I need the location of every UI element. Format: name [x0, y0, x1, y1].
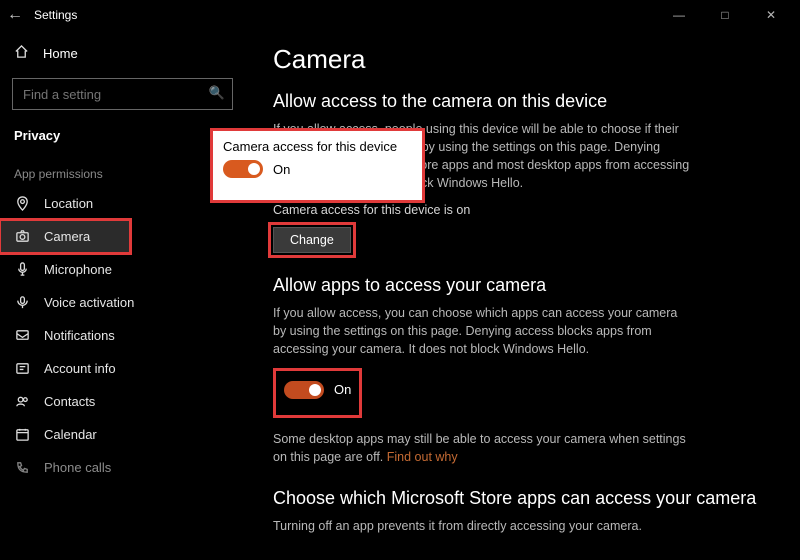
desktop-note: Some desktop apps may still be able to a… — [273, 430, 693, 466]
sidebar-item-label: Camera — [44, 229, 90, 244]
section-body: Turning off an app prevents it from dire… — [273, 517, 693, 535]
microphone-icon — [14, 262, 30, 277]
search-input[interactable] — [12, 78, 233, 110]
section-choose-apps: Choose which Microsoft Store apps can ac… — [273, 488, 772, 535]
device-access-toggle[interactable] — [223, 160, 263, 178]
search-icon: 🔍 — [209, 85, 225, 101]
sidebar-item-label: Contacts — [44, 394, 95, 409]
sidebar-item-label: Account info — [44, 361, 116, 376]
section-app-access: Allow apps to access your camera If you … — [273, 275, 772, 467]
sidebar-item-voice-activation[interactable]: Voice activation — [0, 286, 245, 319]
sidebar-item-phone-calls[interactable]: Phone calls — [0, 451, 245, 484]
home-icon — [14, 44, 29, 62]
section-body: If you allow access, you can choose whic… — [273, 304, 693, 358]
notifications-icon — [14, 328, 30, 343]
sidebar-item-label: Calendar — [44, 427, 97, 442]
sidebar-item-calendar[interactable]: Calendar — [0, 418, 245, 451]
sidebar-item-location[interactable]: Location — [0, 187, 245, 220]
home-nav[interactable]: Home — [0, 36, 245, 70]
sidebar-item-notifications[interactable]: Notifications — [0, 319, 245, 352]
group-label: App permissions — [0, 153, 245, 187]
sidebar-item-contacts[interactable]: Contacts — [0, 385, 245, 418]
sidebar-item-label: Notifications — [44, 328, 115, 343]
device-access-status: Camera access for this device is on — [273, 203, 772, 217]
section-heading: Allow apps to access your camera — [273, 275, 772, 296]
account-icon — [14, 361, 30, 376]
popup-title: Camera access for this device — [223, 139, 412, 154]
sidebar-item-label: Microphone — [44, 262, 112, 277]
back-button[interactable]: ← — [6, 6, 24, 24]
window-title: Settings — [34, 8, 77, 22]
phone-icon — [14, 460, 30, 475]
sidebar: Home 🔍 Privacy App permissions Location … — [0, 30, 245, 560]
sidebar-item-account-info[interactable]: Account info — [0, 352, 245, 385]
change-button[interactable]: Change — [273, 227, 351, 253]
section-heading: Allow access to the camera on this devic… — [273, 91, 772, 112]
home-label: Home — [43, 46, 78, 61]
sidebar-item-microphone[interactable]: Microphone — [0, 253, 245, 286]
toggle-state-label: On — [273, 162, 290, 177]
camera-icon — [14, 229, 30, 244]
location-icon — [14, 196, 30, 211]
find-out-why-link[interactable]: Find out why — [387, 450, 458, 464]
sidebar-item-camera[interactable]: Camera — [0, 220, 130, 253]
minimize-button[interactable]: — — [656, 0, 702, 30]
contacts-icon — [14, 394, 30, 409]
maximize-button[interactable]: □ — [702, 0, 748, 30]
sidebar-item-label: Voice activation — [44, 295, 134, 310]
category-label: Privacy — [0, 120, 245, 153]
sidebar-item-label: Location — [44, 196, 93, 211]
section-heading: Choose which Microsoft Store apps can ac… — [273, 488, 772, 509]
camera-access-popup: Camera access for this device On — [210, 128, 425, 203]
toggle-state-label: On — [334, 382, 351, 397]
titlebar: ← Settings — □ ✕ — [0, 0, 800, 30]
apps-access-toggle[interactable] — [284, 381, 324, 399]
calendar-icon — [14, 427, 30, 442]
page-title: Camera — [273, 44, 772, 75]
voice-icon — [14, 295, 30, 310]
sidebar-item-label: Phone calls — [44, 460, 111, 475]
close-button[interactable]: ✕ — [748, 0, 794, 30]
content-pane: Camera Allow access to the camera on thi… — [245, 30, 800, 560]
